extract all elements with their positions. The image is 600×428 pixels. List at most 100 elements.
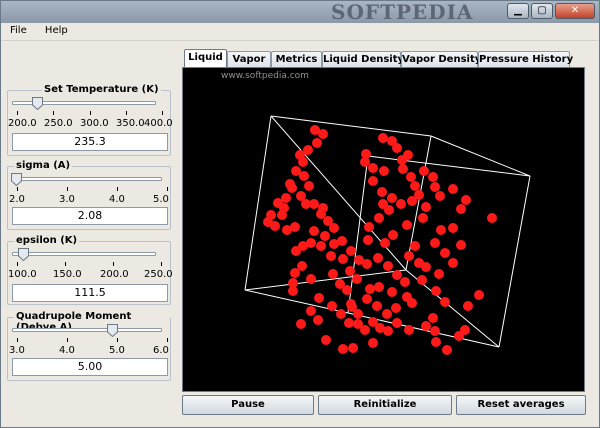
temperature-tick-label: 350.0 [116,118,145,129]
particle [435,191,445,201]
menu-file[interactable]: File [1,23,33,36]
tab-vapor[interactable]: Vapor [227,51,271,67]
particle [396,199,406,209]
particle [391,303,401,313]
particle [430,182,440,192]
minimize-button[interactable]: ▁ [507,3,529,19]
particle [348,343,358,353]
reinitialize-button[interactable]: Reinitialize [318,395,452,415]
menu-bar: File Help [1,23,599,41]
particle [312,138,322,148]
particle [326,251,336,261]
menu-help[interactable]: Help [36,23,74,36]
particle [368,176,378,186]
temperature-title: Set Temperature (K) [42,84,161,95]
close-button[interactable]: ✕ [555,3,595,19]
particle [295,150,305,160]
simulation-canvas[interactable]: www.softpedia.com [182,67,585,392]
tab-liquid[interactable]: Liquid [184,49,227,67]
particle [277,210,287,220]
particle [368,163,378,173]
reset-averages-button[interactable]: Reset averages [456,395,586,415]
quadrupole-panel: Quadrupole Moment (Debye A) 3.0 4.0 5.0 … [7,311,171,381]
particle [402,220,412,230]
particle [291,246,301,256]
particle [421,321,431,331]
tab-pressure-history[interactable]: Pressure History [478,51,573,67]
sigma-slider-track[interactable] [12,177,162,181]
particle [290,268,300,278]
particle [266,210,276,220]
particle [383,326,393,336]
particle [338,254,348,264]
sigma-tick-label: 4.0 [109,194,125,205]
epsilon-slider-thumb[interactable] [18,248,30,261]
particle [329,223,339,233]
particle [418,213,428,223]
quadrupole-slider-track[interactable] [12,328,162,332]
temperature-slider-thumb[interactable] [32,97,44,110]
particle [309,199,319,209]
epsilon-field[interactable]: 111.5 [12,284,168,302]
particle [329,239,339,249]
particle [328,269,338,279]
window-controls: ▁ ▢ ✕ [507,3,595,19]
particle [410,181,420,191]
pause-button[interactable]: Pause [182,395,314,415]
temperature-tick-label: 300.0 [80,118,109,129]
sigma-tick-label: 3.0 [59,194,75,205]
epsilon-title: epsilon (K) [14,235,80,246]
particle [316,241,326,251]
particle [379,166,389,176]
particle [373,253,383,263]
quadrupole-field[interactable]: 5.00 [12,358,168,376]
particle [374,282,384,292]
tab-metrics[interactable]: Metrics [271,51,322,67]
quadrupole-slider-thumb[interactable] [107,324,119,337]
particle [434,269,444,279]
particle [387,136,397,146]
particle [419,166,429,176]
particle [392,318,402,328]
particle [364,222,374,232]
title-bar[interactable]: SOFTPEDIA ▁ ▢ ✕ [1,1,599,23]
particle [304,181,314,191]
particle [347,302,357,312]
particle [430,326,440,336]
particle [387,193,397,203]
particle [403,150,413,160]
epsilon-slider-track[interactable] [12,252,156,256]
particle [352,274,362,284]
particle [296,319,306,329]
particle [361,149,371,159]
particle [456,204,466,214]
sigma-field[interactable]: 2.08 [12,207,168,225]
particle [428,313,438,323]
sigma-tick-label: 5.0 [153,194,169,205]
epsilon-panel: epsilon (K) 100.0 150.0 200.0 250.0 111.… [7,235,173,305]
tab-vapor-density[interactable]: Vapor Density [401,51,481,67]
sigma-tick-label: 2.0 [9,194,25,205]
temperature-panel: Set Temperature (K) 200.0 250.0 300.0 35… [7,84,173,156]
particle [368,338,378,348]
particle [407,196,417,206]
temperature-field[interactable]: 235.3 [12,133,168,151]
sigma-slider-thumb[interactable] [11,173,23,186]
tab-liquid-density[interactable]: Liquid Density [322,51,404,67]
particle [474,290,484,300]
maximize-button[interactable]: ▢ [531,3,553,19]
particle [336,309,346,319]
particle [448,184,458,194]
softpedia-watermark: SOFTPEDIA [331,0,474,24]
particle [344,318,354,328]
particle [342,285,352,295]
particle [321,335,331,345]
particle [338,344,348,354]
particle [406,172,416,182]
sigma-title: sigma (A) [14,160,73,171]
particle [287,183,297,193]
app-window: SOFTPEDIA ▁ ▢ ✕ File Help Set Temperatur… [0,0,600,428]
particle [410,241,420,251]
particle [417,275,427,285]
particle [407,298,417,308]
